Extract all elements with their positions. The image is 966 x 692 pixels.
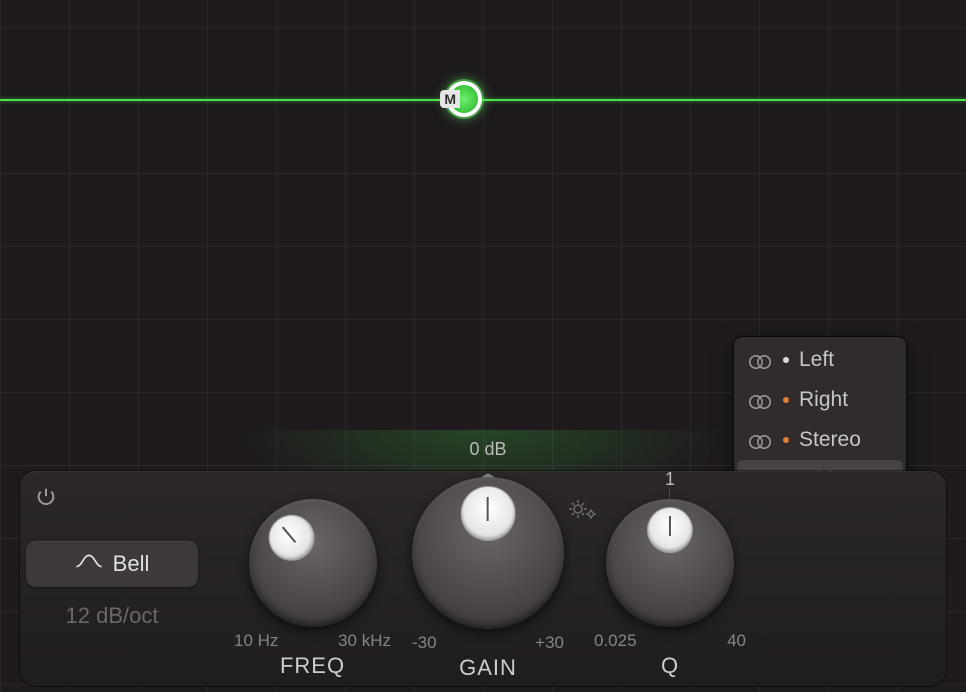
q-value-label: 1 (590, 469, 750, 490)
band-handle-label: M (440, 90, 460, 108)
freq-name-label: FREQ (230, 653, 395, 679)
gain-knob[interactable] (412, 477, 564, 629)
q-name-label: Q (590, 653, 750, 679)
option-indicator-dot (783, 437, 789, 443)
filter-shape-label: Bell (113, 551, 150, 577)
gain-min-label: -30 (412, 633, 437, 653)
option-label: Left (799, 348, 834, 372)
knob-indicator (259, 505, 324, 570)
stereo-circles-icon (747, 352, 773, 368)
filter-slope-button[interactable]: 12 dB/oct (26, 603, 198, 629)
q-knob-group: 1 │ 0.025 40 Q (590, 471, 750, 686)
freq-knob-group: 10 Hz 30 kHz FREQ (230, 471, 395, 686)
band-handle[interactable]: M (446, 81, 482, 117)
band-controls-panel: Bell 12 dB/oct 10 Hz 30 kHz FREQ 0 dB ◂▸… (20, 471, 946, 686)
option-label: Right (799, 388, 848, 412)
knob-indicator (647, 507, 693, 553)
q-knob[interactable] (606, 499, 734, 627)
zero-db-line (0, 99, 966, 101)
freq-min-label: 10 Hz (234, 631, 278, 651)
placement-option-right[interactable]: Right (737, 380, 903, 420)
option-indicator-dot (783, 397, 789, 403)
q-max-label: 40 (727, 631, 746, 651)
filter-shape-button[interactable]: Bell (26, 541, 198, 587)
freq-knob[interactable] (249, 499, 377, 627)
option-indicator-dot (783, 357, 789, 363)
gain-name-label: GAIN (408, 655, 568, 681)
gain-max-label: +30 (535, 633, 564, 653)
q-min-label: 0.025 (594, 631, 637, 651)
knob-indicator (461, 486, 516, 541)
gear-icon[interactable] (568, 497, 598, 526)
placement-option-left[interactable]: Left (737, 340, 903, 380)
placement-option-stereo[interactable]: Stereo (737, 420, 903, 460)
stereo-circles-icon (747, 392, 773, 408)
bell-curve-icon (75, 551, 103, 577)
gain-value-label: 0 dB (408, 439, 568, 460)
eq-plugin-window: M Left Right Stereo (0, 0, 966, 692)
option-label: Stereo (799, 428, 861, 452)
freq-max-label: 30 kHz (338, 631, 391, 651)
band-power-button[interactable] (28, 479, 64, 515)
stereo-circles-icon (747, 432, 773, 448)
gain-knob-group: 0 dB ◂▸ -30 +30 GAIN (408, 471, 568, 686)
